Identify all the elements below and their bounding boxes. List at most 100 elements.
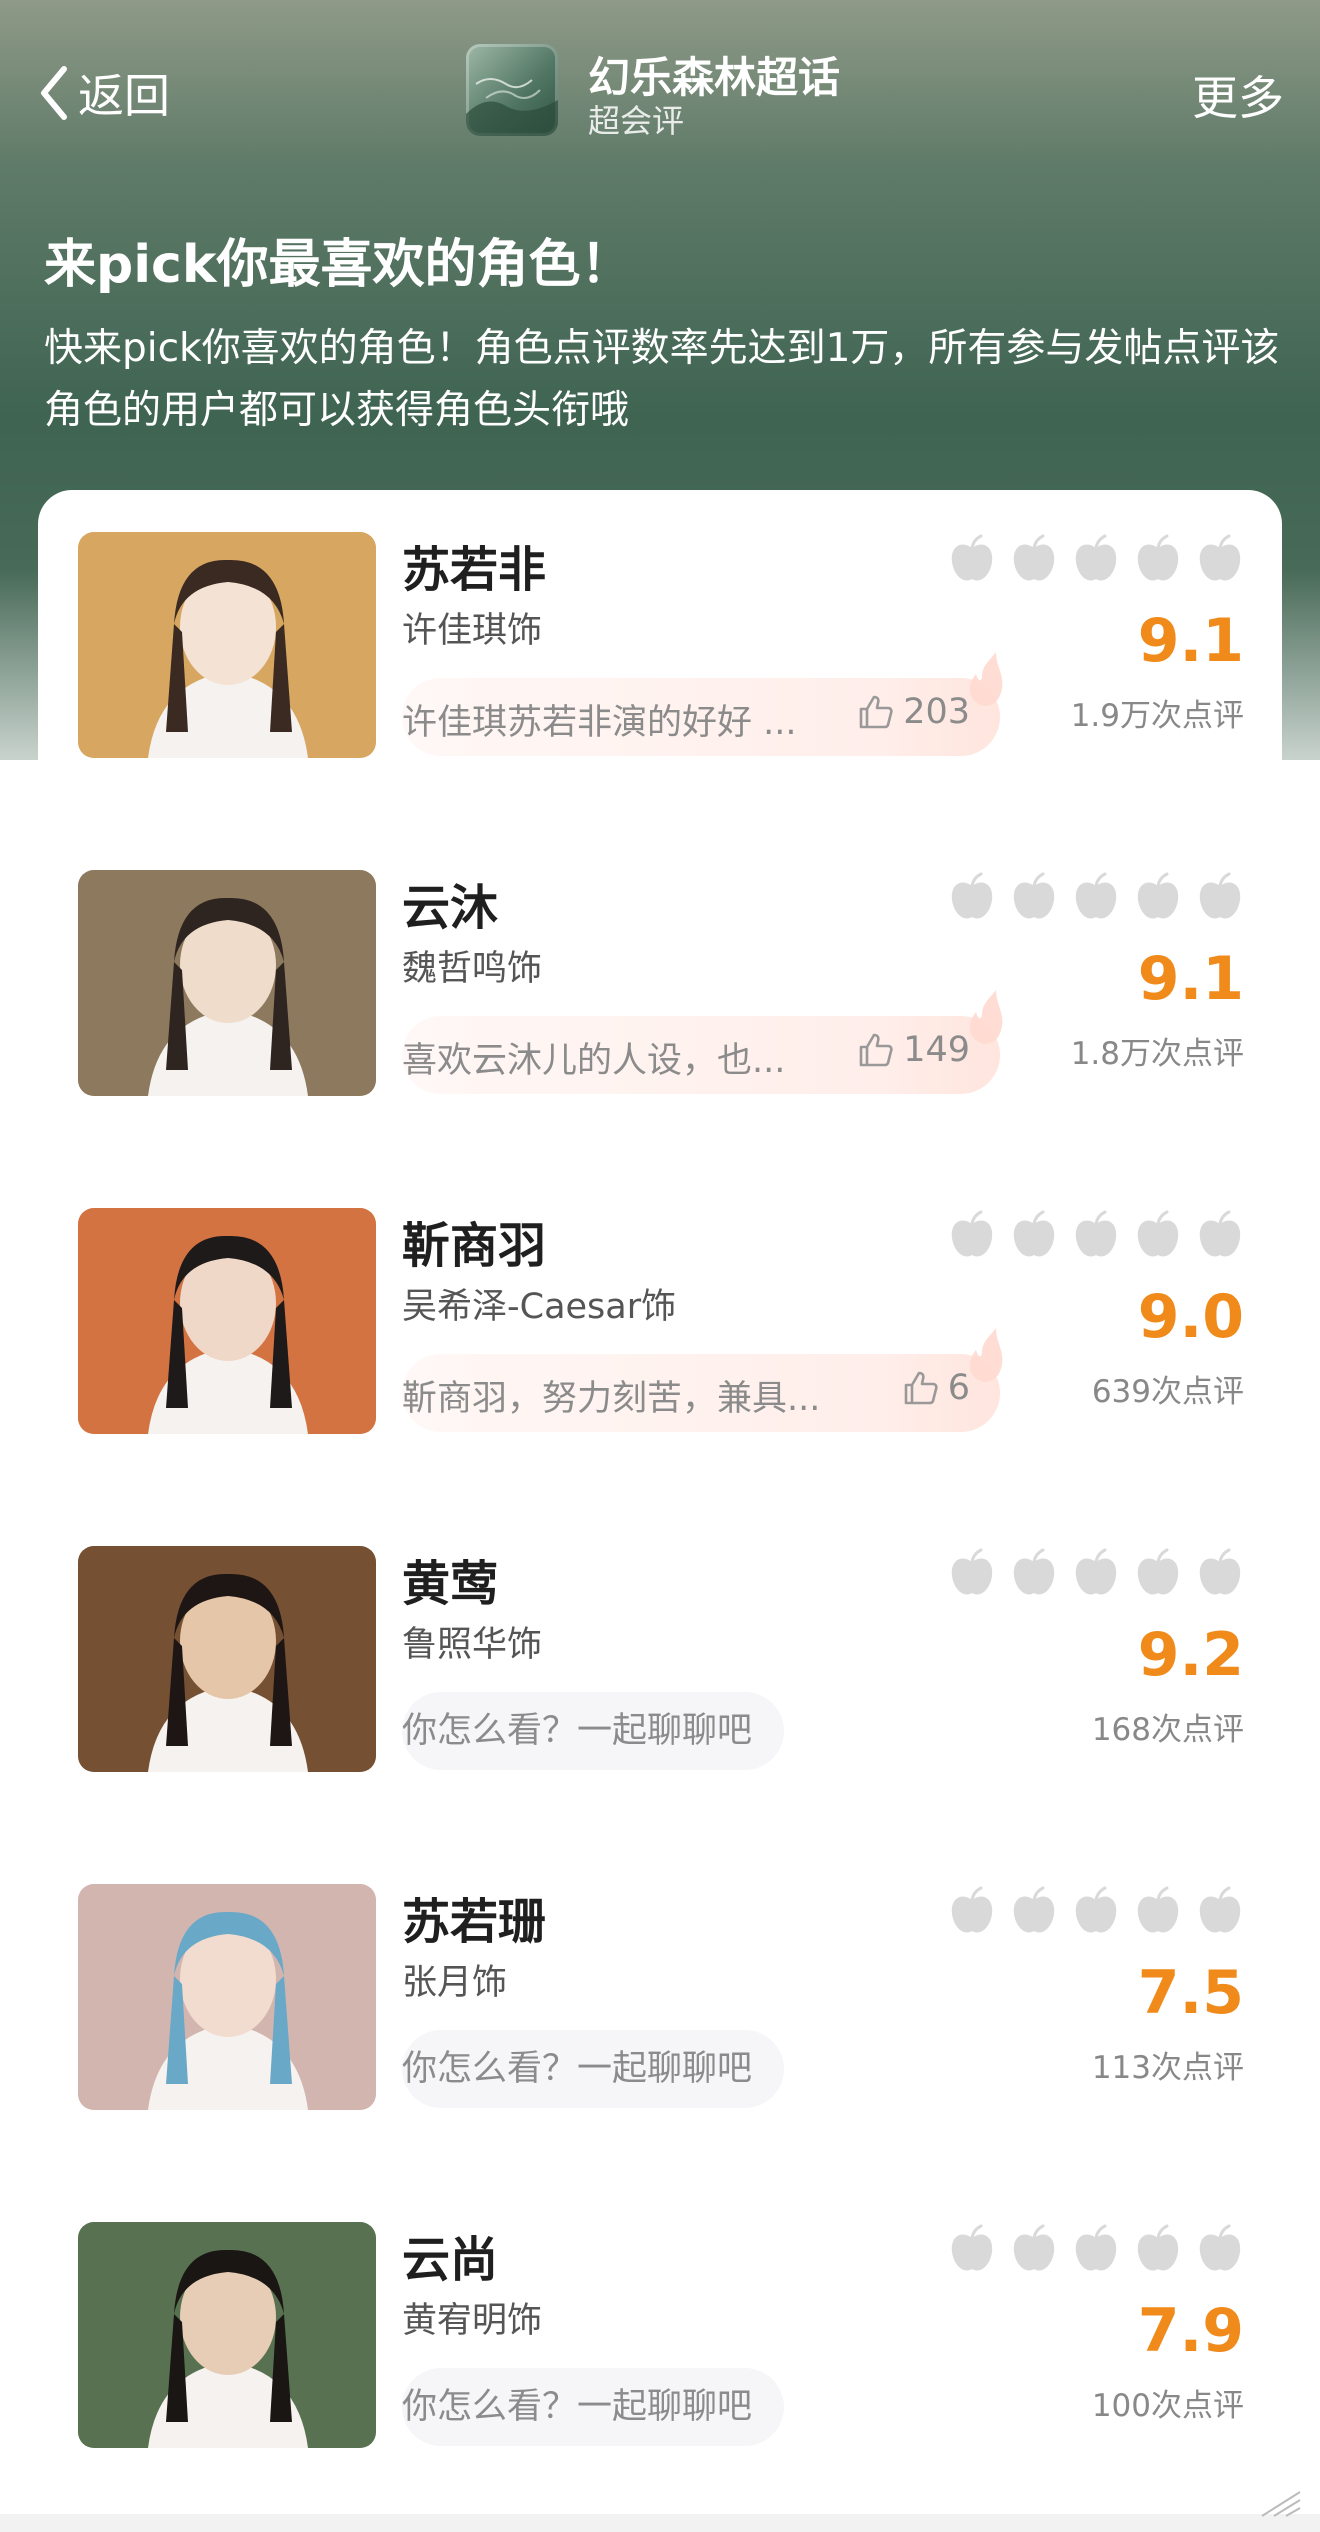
character-photo[interactable]	[78, 2222, 376, 2448]
apple-rating-icon	[951, 872, 993, 919]
character-photo-art	[78, 1884, 376, 2110]
resize-grip-icon	[1261, 2491, 1301, 2517]
apple-rating[interactable]	[948, 2224, 1244, 2274]
apple-rating-icon	[1199, 1886, 1241, 1933]
chat-prompt[interactable]: 你怎么看？一起聊聊吧	[402, 2368, 785, 2446]
back-button[interactable]: 返回	[36, 58, 170, 128]
forum-logo[interactable]	[466, 44, 558, 136]
apple-rating-icon	[1199, 534, 1241, 581]
chevron-left-icon	[41, 66, 67, 120]
nav-bar: 返回 幻乐森林超话 超会评 更多	[0, 0, 1320, 190]
character-score: 9.1	[1137, 944, 1244, 1014]
character-item[interactable]: 靳商羽 吴希泽-Caesar饰 9.0 639次点评 靳商羽，努力刻苦，兼具... 6	[38, 1166, 1282, 1434]
review-count: 168次点评	[1091, 1712, 1244, 1748]
character-name: 苏若非	[402, 542, 547, 598]
review-count: 639次点评	[1091, 1374, 1244, 1410]
apple-rating-icon	[1075, 1886, 1117, 1933]
comment-text: 许佳琪苏若非演的好好 ...	[402, 703, 797, 743]
like-count: 203	[903, 692, 970, 732]
back-label: 返回	[78, 69, 170, 123]
chat-prompt[interactable]: 你怎么看？一起聊聊吧	[402, 1692, 785, 1770]
actor-name: 吴希泽-Caesar饰	[402, 1287, 677, 1327]
like-button[interactable]: 6	[902, 1368, 970, 1408]
review-count: 1.8万次点评	[1070, 1036, 1244, 1072]
apple-rating-icon	[1013, 872, 1055, 919]
apple-rating[interactable]	[948, 534, 1244, 584]
actor-name: 魏哲鸣饰	[402, 949, 543, 989]
like-button[interactable]: 203	[857, 692, 970, 732]
review-count: 1.9万次点评	[1070, 698, 1244, 734]
top-comment[interactable]: 许佳琪苏若非演的好好 ... 203	[402, 652, 1003, 756]
apple-rating-icon	[1013, 534, 1055, 581]
character-photo-art	[78, 2222, 376, 2448]
apple-rating-icon	[951, 1548, 993, 1595]
apple-rating-icon	[1199, 1210, 1241, 1257]
character-item[interactable]: 苏若非 许佳琪饰 9.1 1.9万次点评 许佳琪苏若非演的好好 ... 203	[38, 490, 1282, 758]
character-photo-art	[78, 1546, 376, 1772]
apple-rating-icon	[1013, 1886, 1055, 1933]
apple-rating-icon	[1013, 1210, 1055, 1257]
apple-rating[interactable]	[948, 872, 1244, 922]
apple-rating-icon	[1137, 1548, 1179, 1595]
character-item[interactable]: 云尚 黄宥明饰 7.9 100次点评 你怎么看？一起聊聊吧	[38, 2180, 1282, 2448]
more-button[interactable]: 更多	[1192, 62, 1284, 128]
character-photo[interactable]	[78, 1884, 376, 2110]
page-headline: 来pick你最喜欢的角色！	[44, 235, 633, 295]
flame-icon	[969, 1328, 1003, 1382]
thumbs-up-icon	[904, 1371, 938, 1405]
character-score: 9.0	[1137, 1282, 1244, 1352]
top-comment[interactable]: 靳商羽，努力刻苦，兼具... 6	[402, 1328, 1003, 1432]
character-list: 苏若非 许佳琪饰 9.1 1.9万次点评 许佳琪苏若非演的好好 ... 203 云沐 魏哲鸣饰…	[38, 490, 1282, 2532]
chat-prompt-text: 你怎么看？一起聊聊吧	[402, 2049, 753, 2089]
apple-rating[interactable]	[948, 1210, 1244, 1260]
apple-rating-icon	[1075, 534, 1117, 581]
character-item[interactable]: 云沐 魏哲鸣饰 9.1 1.8万次点评 喜欢云沐儿的人设，也... 149	[38, 828, 1282, 1096]
character-score: 7.5	[1137, 1958, 1244, 2028]
apple-rating-icon	[1137, 534, 1179, 581]
character-item[interactable]: 苏若珊 张月饰 7.5 113次点评 你怎么看？一起聊聊吧	[38, 1842, 1282, 2110]
review-count: 113次点评	[1091, 2050, 1244, 2086]
thumbs-up-icon	[859, 695, 893, 729]
apple-rating-icon	[951, 1886, 993, 1933]
apple-rating-icon	[1075, 2224, 1117, 2271]
character-photo[interactable]	[78, 1208, 376, 1434]
character-name: 苏若珊	[402, 1894, 547, 1950]
comment-text: 靳商羽，努力刻苦，兼具...	[402, 1379, 821, 1419]
apple-rating-icon	[1013, 2224, 1055, 2271]
bottom-bar	[0, 2514, 1320, 2532]
apple-rating-icon	[1199, 872, 1241, 919]
like-button[interactable]: 149	[857, 1030, 970, 1070]
character-photo[interactable]	[78, 532, 376, 758]
top-comment[interactable]: 喜欢云沐儿的人设，也... 149	[402, 990, 1003, 1094]
forum-subtitle: 超会评	[588, 102, 685, 140]
character-photo[interactable]	[78, 870, 376, 1096]
apple-rating-icon	[1137, 1210, 1179, 1257]
actor-name: 鲁照华饰	[402, 1625, 543, 1665]
apple-rating-icon	[1199, 2224, 1241, 2271]
character-photo[interactable]	[78, 1546, 376, 1772]
apple-rating-icon	[1199, 1548, 1241, 1595]
apple-rating[interactable]	[948, 1548, 1244, 1598]
apple-rating-icon	[1075, 1548, 1117, 1595]
apple-rating-icon	[951, 1210, 993, 1257]
apple-rating-icon	[951, 2224, 993, 2271]
apple-rating[interactable]	[948, 1886, 1244, 1936]
review-count: 100次点评	[1091, 2388, 1244, 2424]
chat-prompt-text: 你怎么看？一起聊聊吧	[402, 1711, 753, 1751]
character-score: 7.9	[1137, 2296, 1244, 2366]
actor-name: 黄宥明饰	[402, 2301, 543, 2341]
actor-name: 许佳琪饰	[402, 611, 543, 651]
apple-rating-icon	[951, 534, 993, 581]
forum-logo-art	[466, 78, 558, 136]
comment-text: 喜欢云沐儿的人设，也...	[402, 1041, 786, 1081]
apple-rating-icon	[1137, 2224, 1179, 2271]
like-count: 149	[903, 1030, 970, 1070]
character-name: 黄莺	[402, 1556, 499, 1612]
apple-rating-icon	[1137, 1886, 1179, 1933]
character-photo-art	[78, 1208, 376, 1434]
chat-prompt[interactable]: 你怎么看？一起聊聊吧	[402, 2030, 785, 2108]
character-item[interactable]: 黄莺 鲁照华饰 9.2 168次点评 你怎么看？一起聊聊吧	[38, 1504, 1282, 1772]
apple-rating-icon	[1137, 872, 1179, 919]
thumbs-up-icon	[859, 1033, 893, 1067]
character-photo-art	[78, 870, 376, 1096]
